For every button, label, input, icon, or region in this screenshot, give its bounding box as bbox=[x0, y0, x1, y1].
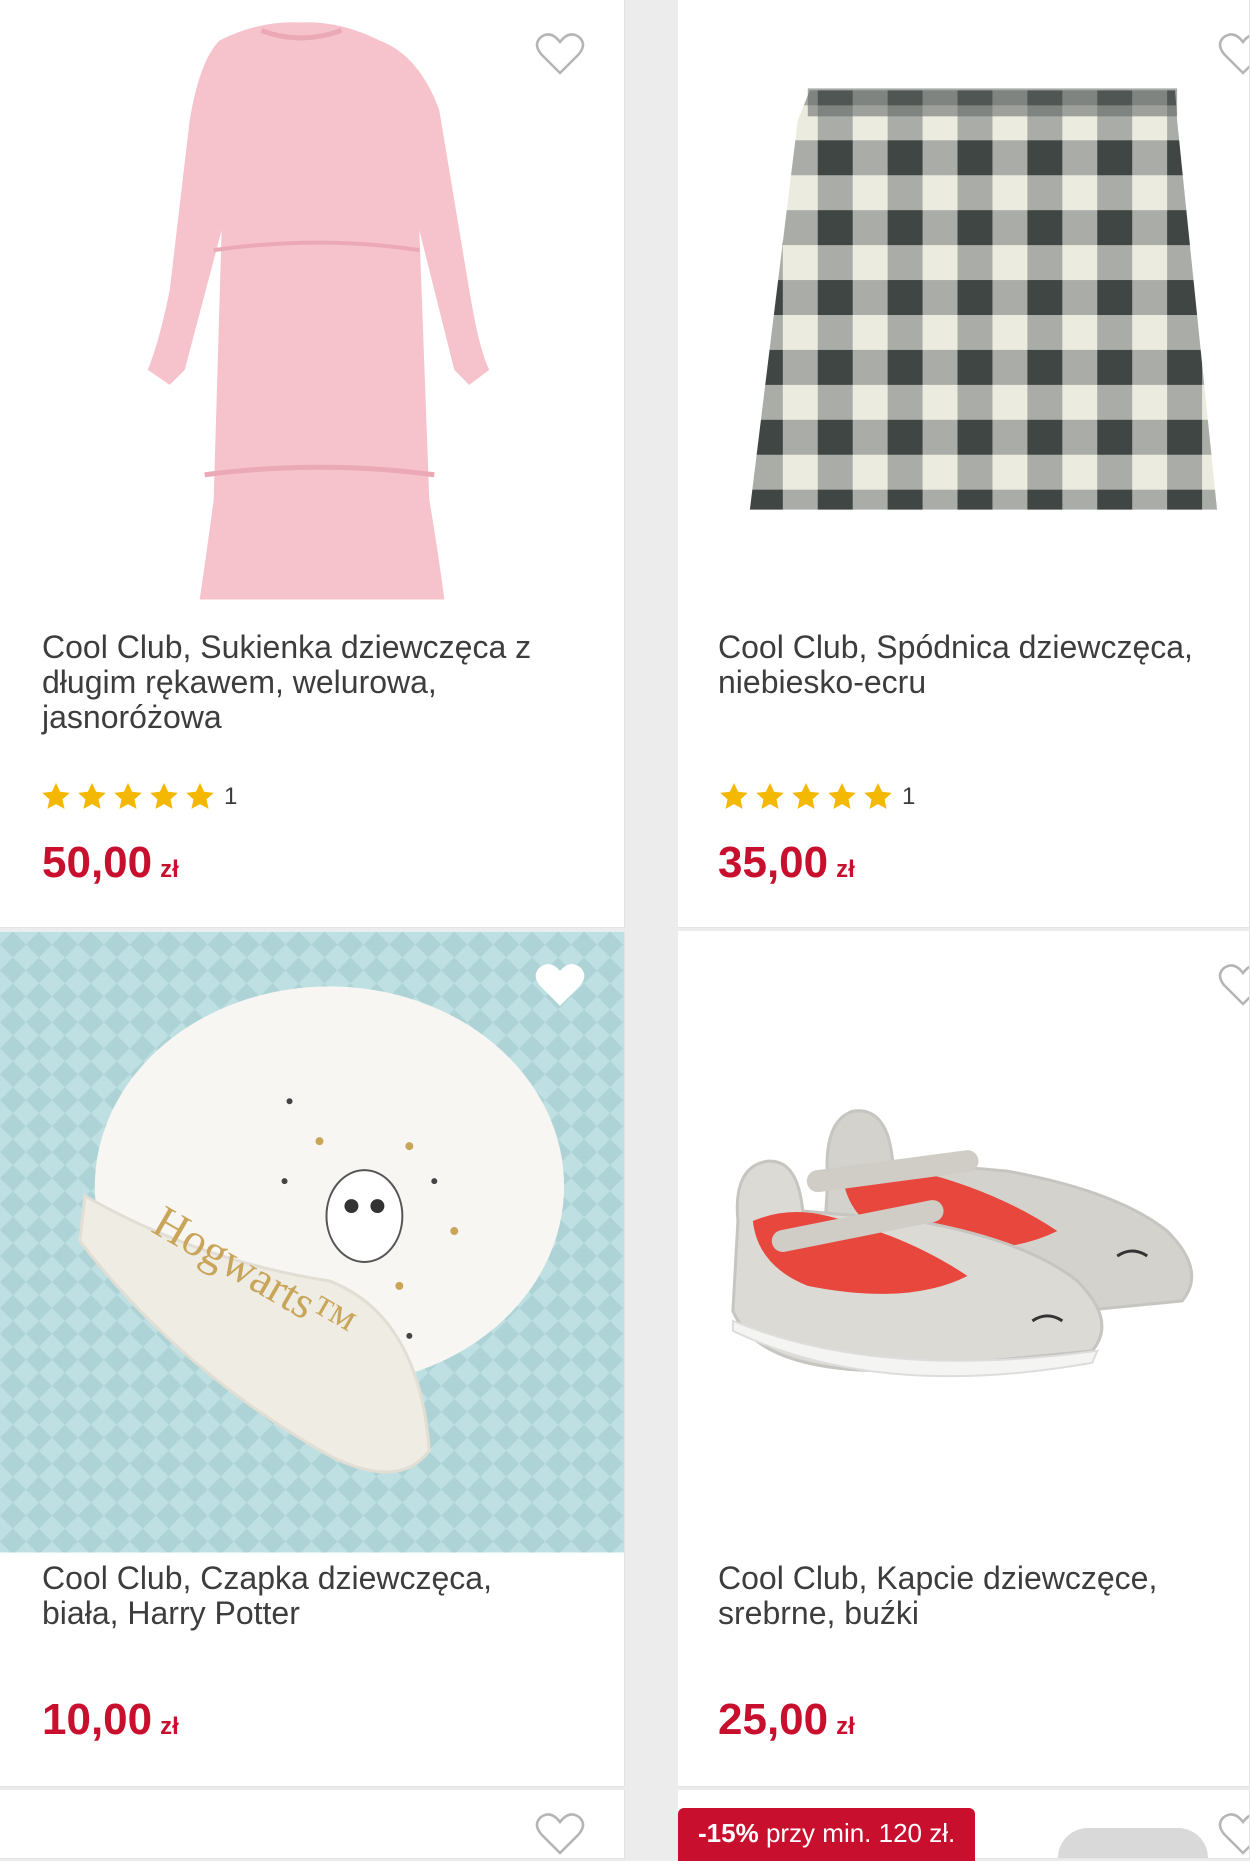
star-icon bbox=[720, 783, 748, 809]
star-icon bbox=[792, 783, 820, 809]
price-currency: zł bbox=[836, 856, 855, 883]
product-title[interactable]: Cool Club, Spódnica dziewczęca, niebiesk… bbox=[718, 630, 1238, 700]
favorite-heart-icon[interactable] bbox=[535, 32, 585, 76]
price-value: 10,00 bbox=[42, 1695, 153, 1744]
product-card[interactable]: Hogwarts™ Cool Club, Czapka dziewczęca, … bbox=[0, 931, 625, 1787]
star-icon bbox=[42, 783, 70, 809]
star-icon bbox=[114, 783, 142, 809]
star-icon bbox=[864, 783, 892, 809]
product-image-dress[interactable] bbox=[0, 0, 624, 622]
star-icon bbox=[150, 783, 178, 809]
product-title[interactable]: Cool Club, Czapka dziewczęca, biała, Har… bbox=[42, 1561, 562, 1631]
favorite-heart-icon[interactable] bbox=[535, 1812, 585, 1856]
star-icon bbox=[756, 783, 784, 809]
product-price: 50,00 zł bbox=[42, 838, 179, 895]
star-icon bbox=[828, 783, 856, 809]
product-rating: 1 bbox=[40, 780, 237, 814]
price-currency: zł bbox=[160, 1713, 179, 1740]
product-title[interactable]: Cool Club, Sukienka dziewczęca z długim … bbox=[42, 630, 562, 735]
favorite-heart-icon[interactable] bbox=[1218, 1812, 1250, 1856]
star-icon bbox=[78, 783, 106, 809]
product-price: 25,00 zł bbox=[718, 1695, 855, 1752]
star-icon bbox=[186, 783, 214, 809]
price-value: 35,00 bbox=[718, 838, 829, 887]
price-value: 50,00 bbox=[42, 838, 153, 887]
favorite-heart-icon[interactable] bbox=[1218, 32, 1250, 76]
price-value: 25,00 bbox=[718, 1695, 829, 1744]
product-title[interactable]: Cool Club, Kapcie dziewczęce, srebrne, b… bbox=[718, 1561, 1238, 1631]
price-currency: zł bbox=[836, 1713, 855, 1740]
product-card[interactable]: Cool Club, Spódnica dziewczęca, niebiesk… bbox=[678, 0, 1250, 928]
promo-text: przy min. 120 zł. bbox=[765, 1818, 956, 1848]
favorite-heart-icon[interactable] bbox=[535, 963, 585, 1007]
rating-count: 1 bbox=[224, 783, 238, 810]
product-price: 10,00 zł bbox=[42, 1695, 179, 1752]
product-card[interactable]: Cool Club, Kapcie dziewczęce, srebrne, b… bbox=[678, 931, 1250, 1787]
rating-count: 1 bbox=[902, 783, 916, 810]
product-card[interactable] bbox=[0, 1790, 625, 1859]
favorite-heart-icon[interactable] bbox=[1218, 963, 1250, 1007]
promo-badge: -15% przy min. 120 zł. bbox=[678, 1808, 976, 1861]
product-image-skirt[interactable] bbox=[678, 0, 1249, 622]
product-image-hat[interactable]: Hogwarts™ bbox=[0, 931, 624, 1553]
product-rating: 1 bbox=[718, 780, 915, 814]
product-image-partial bbox=[1058, 1828, 1208, 1858]
price-currency: zł bbox=[160, 856, 179, 883]
product-image-slippers[interactable] bbox=[678, 931, 1249, 1553]
promo-discount: -15% bbox=[698, 1818, 759, 1848]
product-price: 35,00 zł bbox=[718, 838, 855, 895]
product-grid: Cool Club, Sukienka dziewczęca z długim … bbox=[0, 0, 1250, 1861]
product-card[interactable]: Cool Club, Sukienka dziewczęca z długim … bbox=[0, 0, 625, 928]
